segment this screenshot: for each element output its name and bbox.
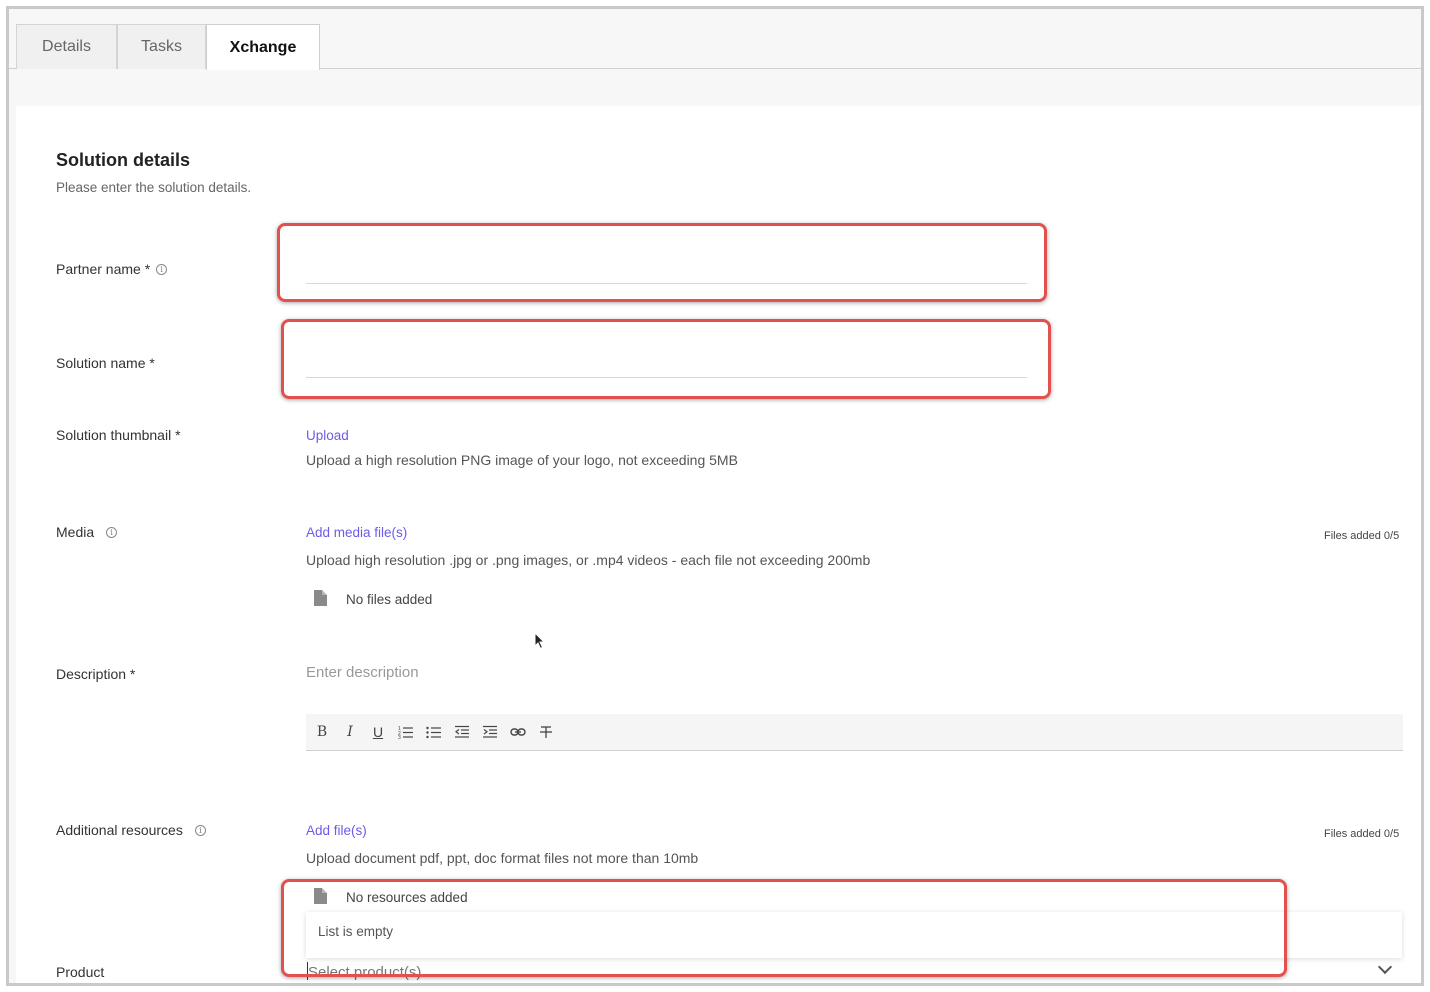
bullet-list-icon <box>426 726 441 739</box>
solution-name-label: Solution name * <box>56 355 155 371</box>
indent-button[interactable] <box>480 722 500 742</box>
solution-thumbnail-label-text: Solution thumbnail * <box>56 427 181 443</box>
link-icon <box>510 728 526 736</box>
italic-button[interactable]: I <box>340 722 360 742</box>
product-label-text: Product <box>56 964 105 980</box>
clear-format-button[interactable] <box>536 722 556 742</box>
media-hint: Upload high resolution .jpg or .png imag… <box>306 552 871 568</box>
ordered-list-icon: 1 2 3 <box>398 726 413 739</box>
outdent-button[interactable] <box>452 722 472 742</box>
media-files-counter: Files added 0/5 <box>1324 530 1400 542</box>
file-icon <box>314 590 327 606</box>
info-icon[interactable]: i <box>194 824 206 836</box>
ordered-list-button[interactable]: 1 2 3 <box>396 722 416 742</box>
resources-product-highlight <box>281 879 1287 977</box>
section-subtitle: Please enter the solution details. <box>56 180 252 195</box>
clear-format-icon <box>540 726 552 738</box>
link-button[interactable] <box>508 722 528 742</box>
product-label: Product <box>56 964 104 980</box>
section-title: Solution details <box>56 150 191 170</box>
additional-resources-label: Additional resources i <box>56 822 206 838</box>
underline-button[interactable]: U <box>368 722 388 742</box>
tab-bar: Details Tasks Xchange <box>9 9 1421 70</box>
info-icon[interactable]: i <box>156 263 168 275</box>
solution-name-label-text: Solution name * <box>56 355 155 371</box>
solution-details-panel: Solution details Please enter the soluti… <box>16 106 1421 983</box>
add-files-link[interactable]: Add file(s) <box>306 823 367 838</box>
bold-button[interactable]: B <box>312 722 332 742</box>
media-empty-text: No files added <box>346 592 433 607</box>
thumbnail-hint: Upload a high resolution PNG image of yo… <box>306 452 738 468</box>
indent-icon <box>483 725 497 738</box>
mouse-cursor-icon <box>534 632 546 650</box>
outdent-icon <box>454 725 469 738</box>
resources-hint: Upload document pdf, ppt, doc format fil… <box>306 850 699 866</box>
description-editor[interactable]: Enter description <box>306 664 419 681</box>
chevron-down-icon[interactable] <box>1377 959 1393 975</box>
upload-thumbnail-link[interactable]: Upload <box>306 428 349 443</box>
tab-tasks[interactable]: Tasks <box>117 24 206 69</box>
solution-name-input[interactable] <box>306 350 1027 378</box>
resources-files-counter: Files added 0/5 <box>1324 828 1400 840</box>
solution-thumbnail-label: Solution thumbnail * <box>56 427 181 443</box>
rich-text-toolbar: B I U 1 2 3 <box>306 714 1403 751</box>
partner-name-input[interactable] <box>306 256 1027 284</box>
partner-name-label-text: Partner name * <box>56 261 151 277</box>
media-label: Media i <box>56 524 118 540</box>
info-icon[interactable]: i <box>106 526 118 538</box>
window-frame: Details Tasks Xchange Solution details P… <box>6 6 1424 986</box>
partner-name-label: Partner name * i <box>56 261 168 277</box>
description-label-text: Description * <box>56 666 136 682</box>
additional-resources-label-text: Additional resources <box>56 822 183 838</box>
tab-xchange[interactable]: Xchange <box>206 24 320 70</box>
media-label-text: Media <box>56 524 95 540</box>
tab-details[interactable]: Details <box>16 24 117 69</box>
description-label: Description * <box>56 666 135 682</box>
bullet-list-button[interactable] <box>424 722 444 742</box>
add-media-files-link[interactable]: Add media file(s) <box>306 525 407 540</box>
svg-text:3: 3 <box>398 735 401 739</box>
